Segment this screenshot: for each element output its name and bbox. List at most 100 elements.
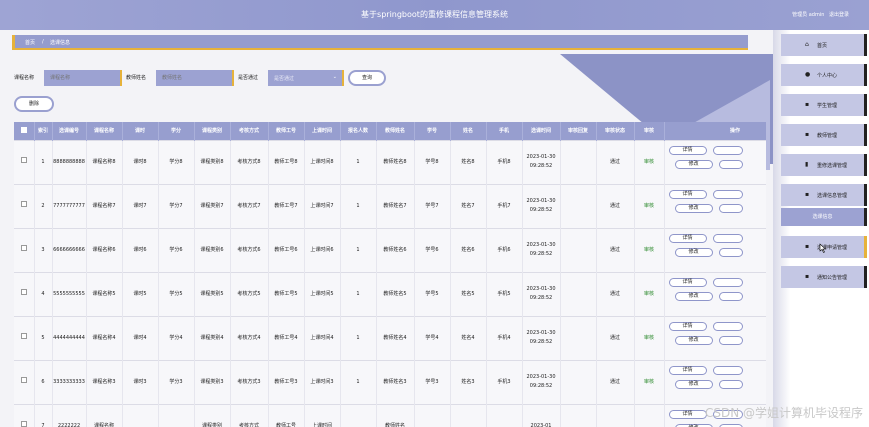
checkbox[interactable]: [20, 157, 27, 163]
detail-button[interactable]: 详情: [668, 190, 707, 199]
checkbox[interactable]: [20, 245, 27, 251]
delete-button[interactable]: 删除: [14, 96, 54, 112]
delete-row-button[interactable]: [718, 248, 743, 257]
cell-teacher: 教师姓名8: [376, 139, 415, 184]
sidebar-item-profile[interactable]: ● 个人中心: [781, 64, 867, 86]
logout-link[interactable]: 退出登录: [829, 12, 849, 18]
cell-exam: 考核方式5: [230, 271, 269, 316]
header-cell: 考核方式: [230, 122, 269, 140]
approved-select[interactable]: 是否通过 ⌄: [268, 70, 344, 86]
query-button[interactable]: 查询: [348, 70, 386, 86]
main-content: 首页 / 选课信息 课程名称 教师姓名 是否通过 是否通过 ⌄ 查询 删除: [0, 30, 773, 427]
cell-audit[interactable]: 审核: [634, 315, 665, 360]
checkbox[interactable]: [20, 377, 27, 383]
cell-course: 课程名称4: [86, 315, 123, 360]
cell-audit[interactable]: 审核: [634, 227, 665, 272]
cell-enroll: 1: [340, 139, 377, 184]
row-actions: 详情修改: [664, 227, 766, 272]
cell-credit: [158, 403, 195, 427]
cell-reply: [560, 227, 597, 272]
row-select-cell[interactable]: [14, 315, 35, 360]
delete-row-button[interactable]: [718, 292, 743, 301]
checkbox[interactable]: [20, 421, 27, 427]
cell-course: 课程名称6: [86, 227, 123, 272]
sidebar-item-home[interactable]: ⌂ 首页: [781, 34, 867, 56]
course-name-input[interactable]: [44, 70, 122, 86]
row-select-cell[interactable]: [14, 227, 35, 272]
teacher-name-input[interactable]: [156, 70, 234, 86]
more-button[interactable]: [712, 366, 743, 375]
checkbox[interactable]: [20, 333, 27, 339]
cell-index: 6: [34, 359, 53, 404]
detail-button[interactable]: 详情: [668, 234, 707, 243]
cell-student-no: 学号4: [414, 315, 451, 360]
teacher-name-label: 教师姓名: [126, 75, 147, 81]
table-row: 5 4444444444 课程名称4 课时4 学分4 课程类别4 考核方式4 教师工号4 上课时…: [14, 315, 766, 360]
header-select-all[interactable]: [14, 122, 35, 140]
edit-button[interactable]: 修改: [674, 292, 713, 301]
sidebar-item-notices[interactable]: ▪ 通知公告管理: [781, 266, 867, 288]
detail-button[interactable]: 详情: [668, 146, 707, 155]
detail-button[interactable]: 详情: [668, 322, 707, 331]
grid-icon: ▪: [805, 243, 810, 250]
breadcrumb-home[interactable]: 首页: [25, 39, 35, 46]
cell-teacher: 教师姓名6: [376, 227, 415, 272]
edit-button[interactable]: 修改: [674, 248, 713, 257]
cell-audit[interactable]: [634, 403, 665, 427]
cell-exam: 考核方式6: [230, 227, 269, 272]
sidebar-subitem-selection-info[interactable]: 选课信息: [781, 208, 867, 226]
detail-button[interactable]: 详情: [668, 410, 707, 420]
course-name-label: 课程名称: [14, 75, 35, 81]
cell-status: 通过: [596, 227, 635, 272]
row-select-cell[interactable]: [14, 359, 35, 404]
table-row: 1 8888888888 课程名称8 课时8 学分8 课程类别8 考核方式8 教师工号8 上课时…: [14, 139, 766, 184]
row-select-cell[interactable]: [14, 403, 35, 427]
header-cell: 上课时间: [304, 122, 341, 140]
cell-name: 姓名3: [450, 359, 487, 404]
edit-button[interactable]: 修改: [674, 336, 713, 345]
edit-button[interactable]: 修改: [674, 380, 713, 389]
more-button[interactable]: [712, 322, 743, 331]
more-button[interactable]: [712, 146, 743, 155]
checkbox[interactable]: [20, 201, 27, 207]
cell-status: 通过: [596, 183, 635, 228]
checkbox[interactable]: [20, 289, 27, 295]
detail-button[interactable]: 详情: [668, 366, 707, 375]
header-cell: 课程名称: [86, 122, 123, 140]
delete-row-button[interactable]: [718, 160, 743, 169]
sidebar: ⌂ 首页 ● 个人中心 ▪ 学生管理 ▪ 教师管理 ▮ 重修选课管理 ▪ 选课信…: [773, 30, 869, 427]
header-cell: 选课编号: [52, 122, 87, 140]
edit-button[interactable]: 修改: [674, 160, 713, 169]
delete-row-button[interactable]: [718, 336, 743, 345]
grid-icon: ▪: [805, 131, 810, 138]
cell-audit[interactable]: 审核: [634, 359, 665, 404]
more-button[interactable]: [712, 190, 743, 199]
sidebar-item-selection-info-mgmt[interactable]: ▪ 选课信息管理: [781, 184, 867, 206]
cell-audit[interactable]: 审核: [634, 183, 665, 228]
row-select-cell[interactable]: [14, 139, 35, 184]
detail-button[interactable]: 详情: [668, 278, 707, 287]
cell-hours: [122, 403, 159, 427]
table-row: 4 5555555555 课程名称5 课时5 学分5 课程类别5 考核方式5 教师工号5 上课时…: [14, 271, 766, 316]
cell-exam: 考核方式7: [230, 183, 269, 228]
row-select-cell[interactable]: [14, 271, 35, 316]
row-select-cell[interactable]: [14, 183, 35, 228]
delete-row-button[interactable]: [718, 204, 743, 213]
cell-status: 通过: [596, 271, 635, 316]
sidebar-item-students[interactable]: ▪ 学生管理: [781, 94, 867, 116]
edit-button[interactable]: 修改: [674, 204, 713, 213]
cell-exam: 考核方式3: [230, 359, 269, 404]
checkbox[interactable]: [20, 126, 27, 133]
sidebar-item-retake-courses[interactable]: ▮ 重修选课管理: [781, 154, 867, 176]
cell-category: 课程类别: [194, 403, 231, 427]
chevron-down-icon: ⌄: [332, 74, 337, 80]
cell-credit: 学分5: [158, 271, 195, 316]
delete-row-button[interactable]: [718, 380, 743, 389]
cell-reply: [560, 271, 597, 316]
more-button[interactable]: [712, 278, 743, 287]
cell-audit[interactable]: 审核: [634, 139, 665, 184]
sidebar-item-teachers[interactable]: ▪ 教师管理: [781, 124, 867, 146]
more-button[interactable]: [712, 234, 743, 243]
cell-audit[interactable]: 审核: [634, 271, 665, 316]
cell-code: 2222222: [52, 403, 87, 427]
